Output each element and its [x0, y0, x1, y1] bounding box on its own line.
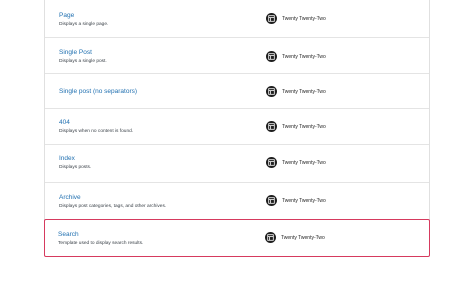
template-author: Twenty Twenty-Two [266, 13, 326, 24]
template-author-name: Twenty Twenty-Two [282, 123, 326, 130]
template-author: Twenty Twenty-Two [266, 121, 326, 132]
template-title-index[interactable]: Index [59, 155, 75, 162]
template-author: Twenty Twenty-Two [266, 195, 326, 206]
layout-icon [266, 195, 277, 206]
template-description: Displays when no content is found. [59, 129, 134, 134]
template-title-404[interactable]: 404 [59, 119, 70, 126]
template-author: Twenty Twenty-Two [265, 232, 325, 243]
template-title-archive[interactable]: Archive [59, 194, 81, 201]
template-description: Displays posts. [59, 165, 92, 170]
template-author-name: Twenty Twenty-Two [282, 15, 326, 22]
template-author-name: Twenty Twenty-Two [282, 88, 326, 95]
template-row-archive: Archive Displays post categories, tags, … [45, 183, 429, 220]
template-description: Displays a single post. [59, 59, 107, 64]
template-author-name: Twenty Twenty-Two [281, 234, 325, 241]
layout-icon [266, 157, 277, 168]
template-row-single-post: Single Post Displays a single post. Twen… [45, 38, 429, 74]
template-author: Twenty Twenty-Two [266, 86, 326, 97]
layout-icon [266, 121, 277, 132]
template-description: Displays a single page. [59, 22, 109, 27]
template-author: Twenty Twenty-Two [266, 157, 326, 168]
template-title-single-post[interactable]: Single Post [59, 49, 92, 56]
template-row-single-post-no-separators: Single post (no separators) Twenty Twent… [45, 74, 429, 109]
template-row-404: 404 Displays when no content is found. T… [45, 109, 429, 145]
layout-icon [265, 232, 276, 243]
template-row-index: Index Displays posts. Twenty Twenty-Two [45, 145, 429, 183]
templates-panel: Page Displays a single page. Twenty Twen… [0, 0, 474, 285]
template-row-search[interactable]: Search Template used to display search r… [44, 219, 430, 257]
template-list: Page Displays a single page. Twenty Twen… [44, 0, 430, 223]
template-author-name: Twenty Twenty-Two [282, 53, 326, 60]
template-title-page[interactable]: Page [59, 12, 74, 19]
template-title-single-post-no-separators[interactable]: Single post (no separators) [59, 88, 137, 95]
template-description: Displays post categories, tags, and othe… [59, 204, 167, 209]
layout-icon [266, 13, 277, 24]
template-row-page: Page Displays a single page. Twenty Twen… [45, 0, 429, 38]
layout-icon [266, 86, 277, 97]
template-author-name: Twenty Twenty-Two [282, 197, 326, 204]
layout-icon [266, 51, 277, 62]
template-author: Twenty Twenty-Two [266, 51, 326, 62]
template-description: Template used to display search results. [58, 241, 144, 246]
template-title-search[interactable]: Search [58, 231, 79, 238]
template-author-name: Twenty Twenty-Two [282, 159, 326, 166]
